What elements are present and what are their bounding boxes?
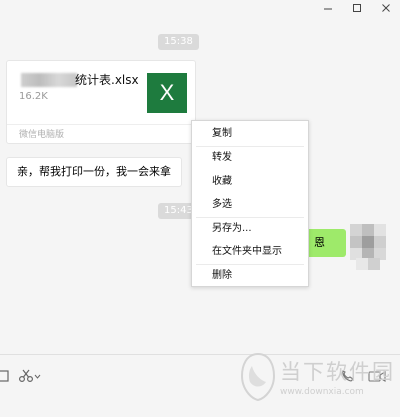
close-icon	[382, 4, 390, 12]
menu-item-copy[interactable]: 复制	[192, 124, 308, 144]
maximize-button[interactable]	[347, 0, 367, 16]
file-size: 16.2K	[19, 91, 48, 102]
menu-separator	[196, 264, 304, 265]
excel-file-icon: X	[147, 73, 187, 113]
watermark-title: 当下软件园	[280, 360, 395, 384]
menu-item-multiselect[interactable]: 多选	[192, 195, 308, 215]
minimize-button[interactable]	[318, 0, 338, 16]
blurred-filename-prefix	[21, 73, 77, 87]
avatar[interactable]	[350, 224, 388, 270]
menu-item-favorite[interactable]: 收藏	[192, 172, 308, 192]
watermark-logo-icon	[240, 352, 276, 402]
folder-button[interactable]	[0, 368, 10, 387]
menu-separator	[196, 146, 304, 147]
menu-item-save-as[interactable]: 另存为...	[192, 219, 308, 239]
watermark: 当下软件园 www.downxia.com	[240, 350, 400, 412]
file-message-card[interactable]: 统计表.xlsx 16.2K X 微信电脑版	[6, 60, 196, 144]
menu-item-forward[interactable]: 转发	[192, 148, 308, 168]
menu-item-delete[interactable]: 删除	[192, 266, 308, 286]
message-bubble-received[interactable]: 亲，帮我打印一份，我一会来拿	[6, 157, 182, 187]
file-name: 统计表.xlsx	[75, 73, 139, 87]
minimize-icon	[324, 8, 332, 10]
title-bar	[0, 0, 400, 18]
context-menu: 复制 转发 收藏 多选 另存为... 在文件夹中显示 删除	[191, 120, 309, 287]
close-button[interactable]	[376, 0, 396, 16]
menu-item-show-in-folder[interactable]: 在文件夹中显示	[192, 242, 308, 262]
screenshot-button[interactable]	[18, 368, 42, 387]
watermark-url: www.downxia.com	[280, 387, 364, 397]
timestamp-chip: 15:38	[158, 34, 199, 50]
maximize-icon	[353, 4, 361, 12]
file-source-label: 微信电脑版	[19, 130, 65, 140]
scissors-icon	[18, 369, 41, 383]
folder-icon	[0, 370, 9, 382]
card-divider	[7, 124, 195, 125]
menu-separator	[196, 217, 304, 218]
